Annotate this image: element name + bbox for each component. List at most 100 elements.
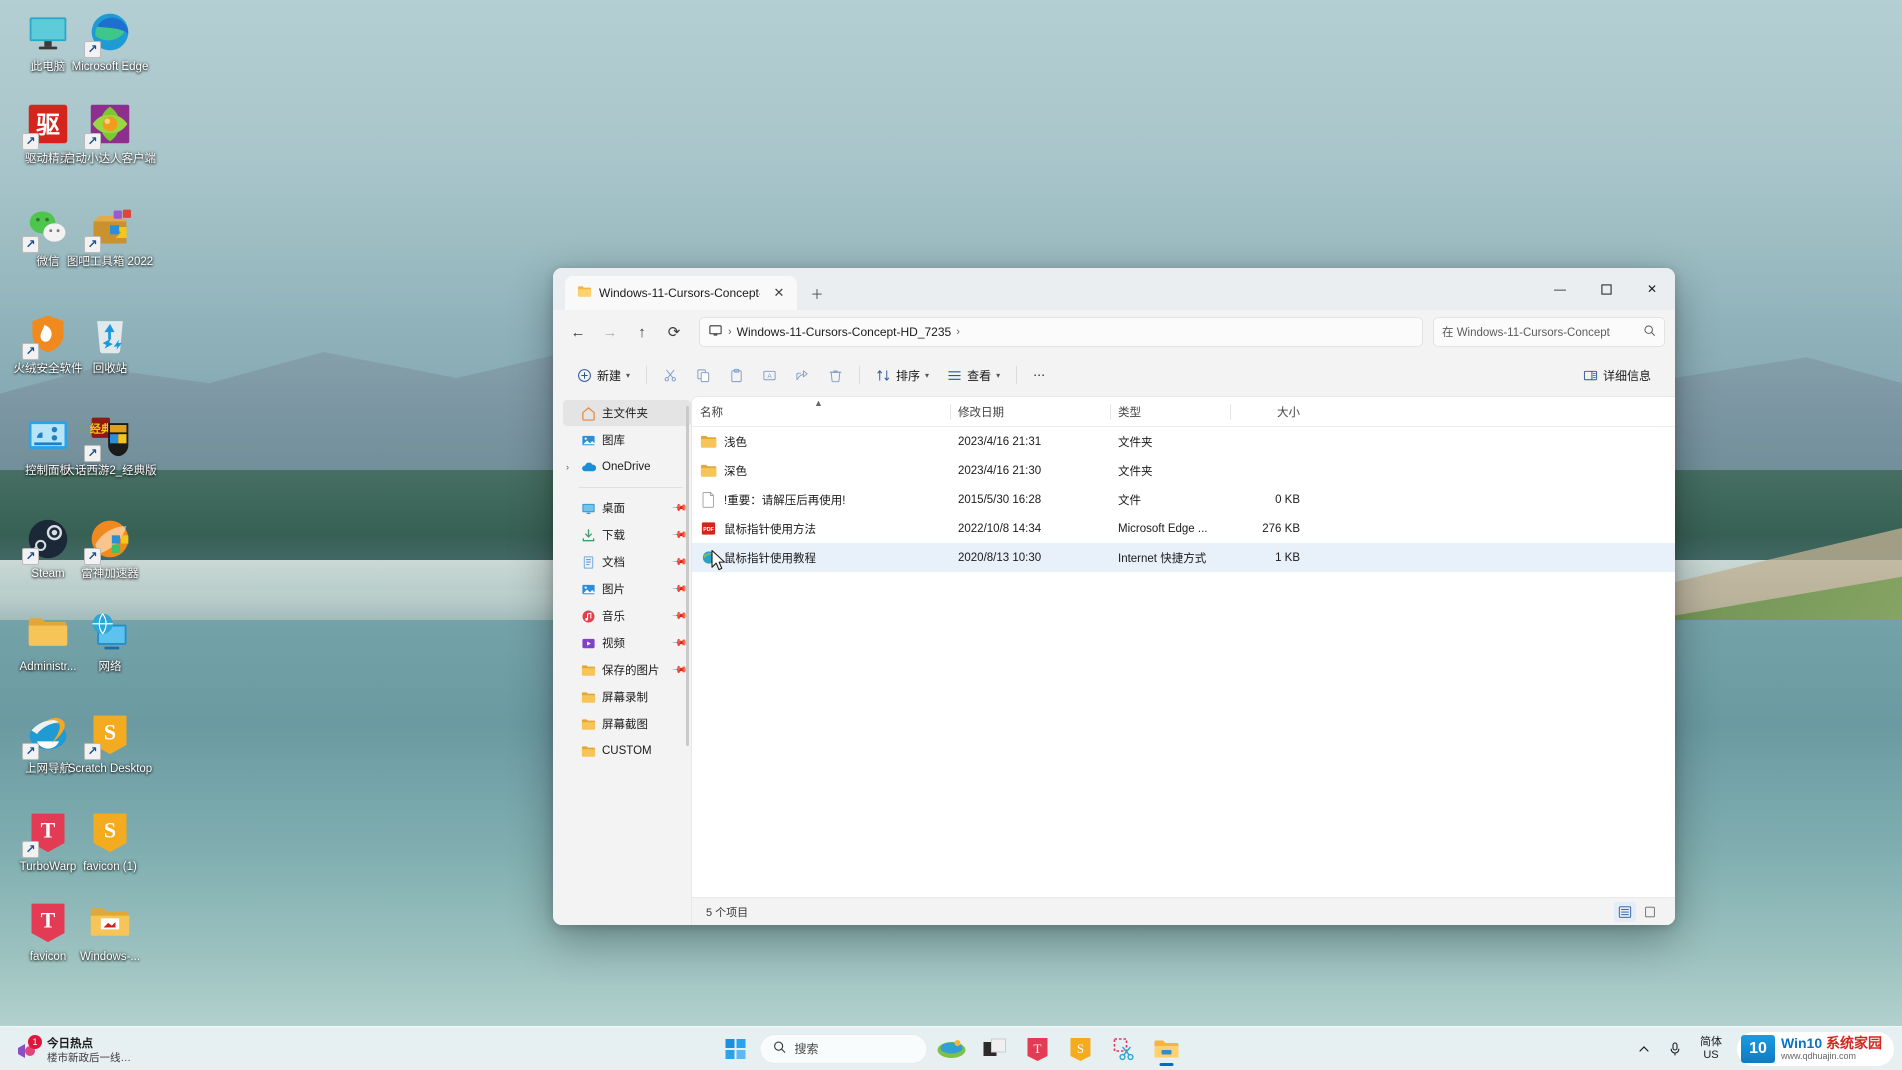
empty-list-area[interactable] (692, 572, 1675, 897)
desktop-icon-scratch-desktop-icon[interactable]: S ↗ Scratch Desktop (62, 710, 158, 776)
turbowarp-taskbar-icon[interactable]: T (1019, 1030, 1057, 1068)
scratch-taskbar-icon[interactable]: S (1062, 1030, 1100, 1068)
sidebar-item-主文件夹[interactable]: 主文件夹 (563, 400, 691, 426)
desktop-icon-edge-icon[interactable]: ↗ Microsoft Edge (62, 8, 158, 74)
details-view-toggle[interactable] (1614, 901, 1636, 922)
sidebar-item-保存的图片[interactable]: 保存的图片 📌 (563, 657, 691, 683)
large-icons-view-toggle[interactable] (1639, 902, 1661, 922)
table-row[interactable]: PDF 鼠标指针使用方法 2022/10/8 14:34 Microsoft Edge… (692, 514, 1675, 543)
desktop-icon-folder-icon[interactable]: Windows-... (62, 898, 158, 964)
tab-title: Windows-11-Cursors-Concept- (599, 286, 760, 300)
file-explorer-icon[interactable] (1148, 1030, 1186, 1068)
sidebar-item-视频[interactable]: 视频 📌 (563, 630, 691, 656)
desktop-icon-recycle-bin-icon[interactable]: 回收站 (62, 310, 158, 376)
details-pane-button[interactable]: 详细信息 (1575, 360, 1659, 390)
navigation-pane[interactable]: 主文件夹 图库 › OneDrive 桌面 📌 下载 📌 文档 📌 图片 📌 音乐 📌 视频 📌 保存的图片 📌… (553, 396, 691, 925)
search-box[interactable]: 在 Windows-11-Cursors-Concept (1433, 317, 1665, 347)
copy-button[interactable] (688, 360, 719, 390)
close-button[interactable]: ✕ (1629, 268, 1675, 310)
column-header-date[interactable]: 修改日期 (950, 397, 1110, 427)
view-button[interactable]: 查看 ▾ (939, 360, 1008, 390)
file-explorer-dark-icon[interactable] (976, 1030, 1014, 1068)
explorer-tab[interactable]: Windows-11-Cursors-Concept- ✕ (565, 276, 797, 310)
table-row[interactable]: !重要：请解压后再使用! 2015/5/30 16:28 文件 0 KB (692, 485, 1675, 514)
paste-button[interactable] (721, 360, 752, 390)
maximize-button[interactable] (1583, 268, 1629, 310)
file-explorer-window[interactable]: Windows-11-Cursors-Concept- ✕ ＋ — ✕ ← → … (553, 268, 1675, 925)
sidebar-item-屏幕截图[interactable]: 屏幕截图 (563, 711, 691, 737)
sidebar-item-屏幕录制[interactable]: 屏幕录制 (563, 684, 691, 710)
cell-date: 2023/4/16 21:31 (958, 435, 1042, 448)
sidebar-item-CUSTOM[interactable]: CUSTOM (563, 738, 691, 764)
weather-widget-icon[interactable] (933, 1030, 971, 1068)
column-header-type[interactable]: 类型 (1110, 397, 1230, 427)
chevron-down-icon[interactable]: ▾ (996, 371, 1000, 380)
desktop-icon-label: Scratch Desktop (67, 763, 153, 775)
desktop-icon-label: 雷神加速器 (81, 568, 139, 580)
mic-icon[interactable] (1661, 1037, 1689, 1061)
breadcrumb-separator-2[interactable]: › (956, 326, 960, 338)
file-name-label: 鼠标指针使用方法 (724, 523, 816, 536)
tray-chevron-up-icon[interactable] (1631, 1039, 1657, 1059)
taskbar-search[interactable]: 搜索 (759, 1033, 928, 1064)
news-widget[interactable]: 1 今日热点 楼市新政后一线… (6, 1034, 139, 1068)
sidebar-item-下载[interactable]: 下载 📌 (563, 522, 691, 548)
cell-size (1230, 456, 1308, 485)
cell-date: 2020/8/13 10:30 (958, 551, 1042, 564)
sidebar-item-桌面[interactable]: 桌面 📌 (563, 495, 691, 521)
taskbar[interactable]: 1 今日热点 楼市新政后一线… 搜索 T S 简体 US 10 Win10 系统… (0, 1026, 1902, 1070)
table-row[interactable]: 浅色 2023/4/16 21:31 文件夹 (692, 427, 1675, 456)
sidebar-item-图片[interactable]: 图片 📌 (563, 576, 691, 602)
shortcut-arrow-icon: ↗ (22, 841, 39, 858)
documents-icon (581, 555, 596, 570)
sort-button[interactable]: 排序 ▾ (868, 360, 937, 390)
table-row[interactable]: 鼠标指针使用教程 2020/8/13 10:30 Internet 快捷方式 1 KB (692, 543, 1675, 572)
minimize-button[interactable]: — (1537, 268, 1583, 310)
file-list-pane[interactable]: 名称 修改日期 类型 大小 ▲ 浅色 2023/4/16 21:31 文件夹 深色 20… (691, 396, 1675, 925)
sidebar-item-文档[interactable]: 文档 📌 (563, 549, 691, 575)
new-button[interactable]: 新建 ▾ (569, 360, 638, 390)
table-row[interactable]: 深色 2023/4/16 21:30 文件夹 (692, 456, 1675, 485)
ime-indicator[interactable]: 简体 US (1693, 1032, 1729, 1066)
cut-button[interactable] (655, 360, 686, 390)
more-button[interactable]: ⋯ (1025, 360, 1053, 390)
pin-icon: 📌 (670, 634, 688, 652)
desktop-icon-label: Windows-... (79, 951, 141, 963)
chevron-down-icon[interactable]: ▾ (925, 371, 929, 380)
breadcrumb-current[interactable]: Windows-11-Cursors-Concept-HD_7235 (737, 325, 952, 339)
sidebar-item-label: 音乐 (602, 611, 625, 623)
desktop-icon-network-icon[interactable]: 网络 (62, 608, 158, 674)
delete-button[interactable] (820, 360, 851, 390)
rename-button[interactable]: A (754, 360, 785, 390)
snipping-tool-icon[interactable] (1105, 1030, 1143, 1068)
back-button[interactable]: ← (563, 317, 593, 347)
start-button[interactable] (717, 1030, 755, 1068)
pdf-file-icon: PDF (700, 520, 717, 537)
new-tab-icon[interactable]: ＋ (805, 281, 829, 305)
desktop-icon-leishen-accelerator-icon[interactable]: ↗ 雷神加速器 (62, 515, 158, 581)
forward-button[interactable]: → (595, 317, 625, 347)
xiaodaren-client-icon: ↗ (84, 100, 134, 150)
chevron-right-icon[interactable]: › (566, 462, 569, 472)
sidebar-scrollbar[interactable] (686, 406, 689, 746)
chevron-down-icon[interactable]: ▾ (626, 371, 630, 380)
this-pc-icon[interactable] (708, 323, 723, 341)
search-icon[interactable] (1643, 324, 1656, 340)
desktop-icon-tuba-toolbox-icon[interactable]: ↗ 图吧工具箱 2022 (62, 203, 158, 269)
window-title-bar[interactable]: Windows-11-Cursors-Concept- ✕ ＋ — ✕ (553, 268, 1675, 310)
sidebar-item-图库[interactable]: 图库 (563, 427, 691, 453)
network-icon (86, 608, 134, 656)
up-button[interactable]: ↑ (627, 317, 657, 347)
desktop-icon-dahua-xiyou-icon[interactable]: 经典 ↗ 大话西游2_经典版 (62, 412, 158, 478)
sidebar-item-音乐[interactable]: 音乐 📌 (563, 603, 691, 629)
sidebar-item-OneDrive[interactable]: › OneDrive (563, 454, 691, 480)
desktop-icon-xiaodaren-client-icon[interactable]: ↗ 启动小达人客户端 (62, 100, 158, 166)
address-bar[interactable]: › Windows-11-Cursors-Concept-HD_7235 › (699, 317, 1423, 347)
share-button[interactable] (787, 360, 818, 390)
tab-close-icon[interactable]: ✕ (767, 281, 791, 305)
column-header-size[interactable]: 大小 (1230, 397, 1308, 427)
desktop-icon-favicon-1-icon[interactable]: Sfavicon (1) (62, 808, 158, 874)
file-rows: 浅色 2023/4/16 21:31 文件夹 深色 2023/4/16 21:30 文件夹… (692, 427, 1675, 572)
refresh-button[interactable]: ⟳ (659, 317, 689, 347)
svg-text:驱: 驱 (36, 113, 60, 139)
